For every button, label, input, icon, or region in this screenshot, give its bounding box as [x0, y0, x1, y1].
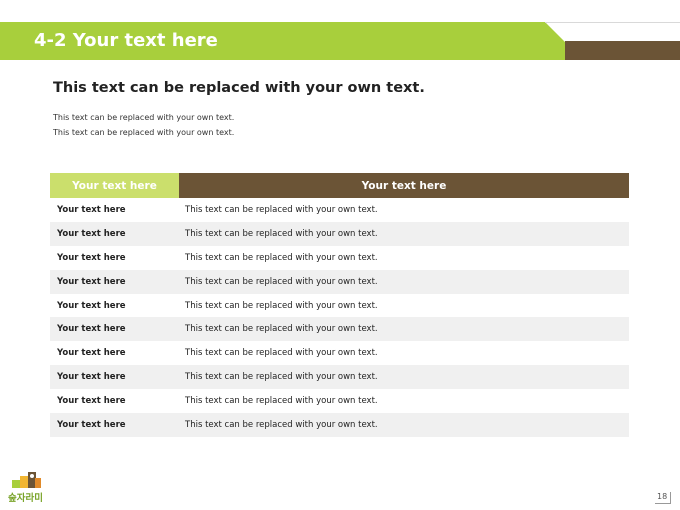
- table-header: Your text here Your text here: [50, 173, 629, 198]
- table-row: Your text here This text can be replaced…: [50, 365, 629, 390]
- intro-line: This text can be replaced with your own …: [53, 128, 235, 137]
- row-text: This text can be replaced with your own …: [185, 372, 378, 383]
- row-text: This text can be replaced with your own …: [185, 228, 378, 239]
- logo-graphic-icon: [12, 472, 41, 488]
- table-row: Your text here This text can be replaced…: [50, 413, 629, 437]
- page-number: 18: [655, 492, 672, 504]
- row-text: This text can be replaced with your own …: [185, 419, 378, 430]
- row-text: This text can be replaced with your own …: [185, 204, 378, 215]
- table-row: Your text here This text can be replaced…: [50, 198, 629, 222]
- brand-logo: 숲자라미: [8, 470, 50, 504]
- row-label: Your text here: [57, 324, 126, 335]
- table-row: Your text here This text can be replaced…: [50, 389, 629, 413]
- title-divider: [545, 22, 680, 23]
- section-heading: This text can be replaced with your own …: [53, 80, 425, 96]
- logo-text: 숲자라미: [8, 493, 43, 504]
- row-label: Your text here: [57, 300, 126, 311]
- row-label: Your text here: [57, 228, 126, 239]
- header-cell-right: Your text here: [179, 173, 629, 198]
- row-text: This text can be replaced with your own …: [185, 348, 378, 359]
- row-label: Your text here: [57, 348, 126, 359]
- table-row: Your text here This text can be replaced…: [50, 246, 629, 270]
- content-table: Your text here Your text here Your text …: [50, 173, 629, 437]
- row-text: This text can be replaced with your own …: [185, 300, 378, 311]
- accent-bar: [565, 41, 680, 60]
- slide-title: 4-2 Your text here: [34, 30, 218, 51]
- table-row: Your text here This text can be replaced…: [50, 317, 629, 342]
- table-row: Your text here This text can be replaced…: [50, 294, 629, 318]
- row-label: Your text here: [57, 204, 126, 215]
- header-cell-left: Your text here: [50, 173, 179, 198]
- row-label: Your text here: [57, 276, 126, 287]
- intro-line: This text can be replaced with your own …: [53, 113, 235, 122]
- row-text: This text can be replaced with your own …: [185, 276, 378, 287]
- row-text: This text can be replaced with your own …: [185, 252, 378, 263]
- row-label: Your text here: [57, 372, 126, 383]
- row-text: This text can be replaced with your own …: [185, 396, 378, 407]
- table-row: Your text here This text can be replaced…: [50, 341, 629, 365]
- row-text: This text can be replaced with your own …: [185, 324, 378, 335]
- row-label: Your text here: [57, 419, 126, 430]
- table-row: Your text here This text can be replaced…: [50, 221, 629, 246]
- row-label: Your text here: [57, 396, 126, 407]
- row-label: Your text here: [57, 252, 126, 263]
- table-row: Your text here This text can be replaced…: [50, 269, 629, 294]
